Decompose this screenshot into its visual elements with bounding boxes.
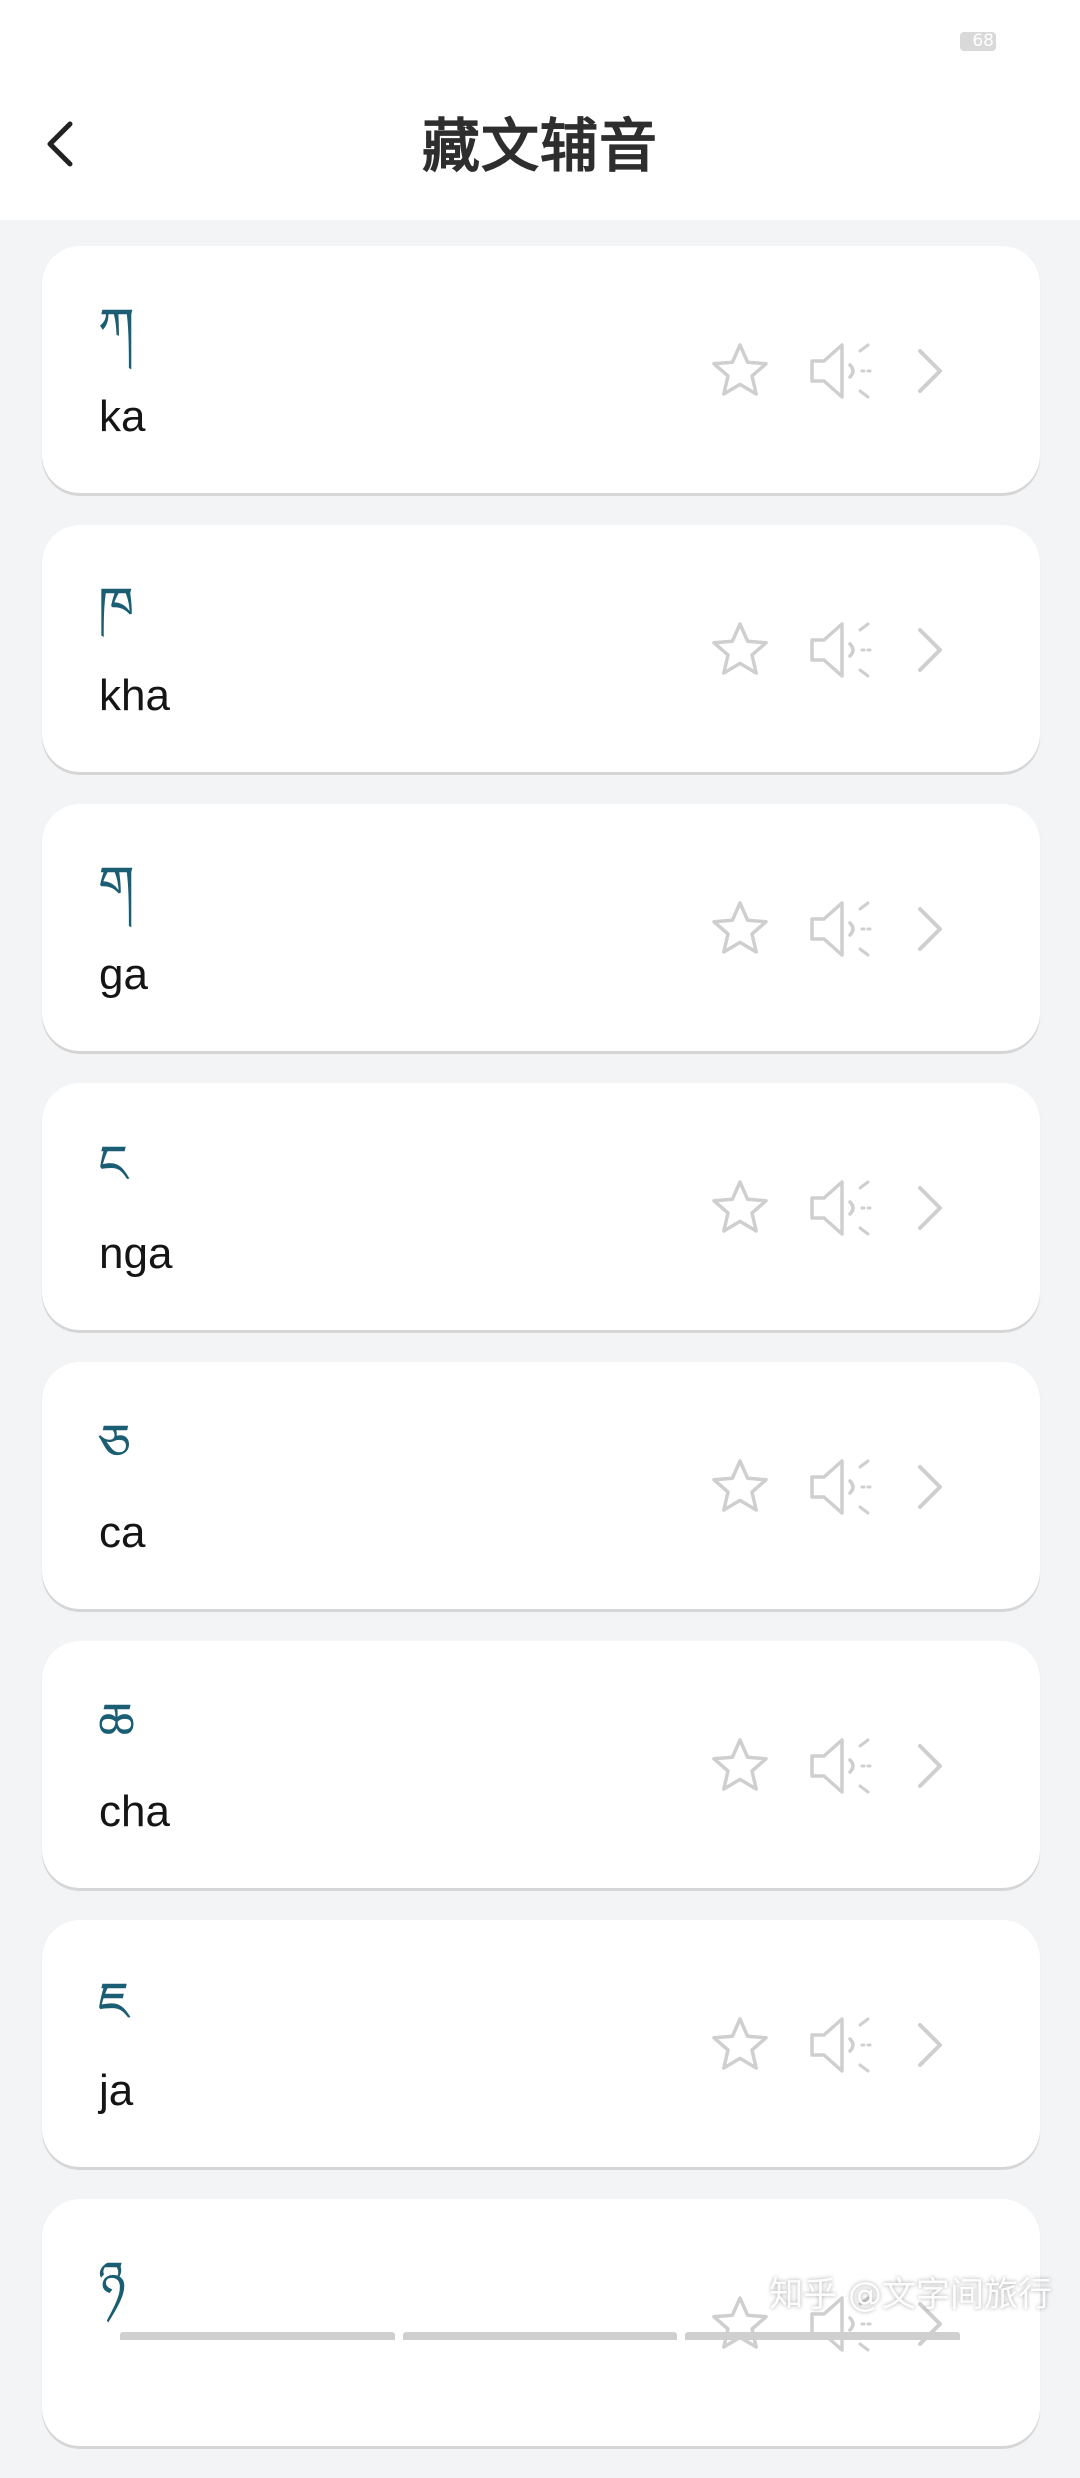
romanization-label: nga [99,1229,173,1278]
open-detail-button[interactable] [900,892,960,966]
star-icon [712,1738,768,1791]
tibetan-glyph: ཀ [98,298,135,358]
romanization-label: kha [99,671,170,720]
romanization-label: ga [99,950,148,999]
speaker-icon [810,343,874,399]
tibetan-glyph: ཆ [98,1693,136,1753]
status-bar: 68 [0,0,1080,84]
star-icon [712,1459,768,1512]
play-audio-button[interactable] [800,892,884,966]
list-item[interactable]: ཅ ca [42,1362,1040,1609]
favorite-button[interactable] [700,1171,780,1245]
open-detail-button[interactable] [900,1729,960,1803]
item-actions [700,334,1000,408]
item-actions [700,1171,1000,1245]
list-item[interactable]: ཉ [42,2199,1040,2446]
open-detail-button[interactable] [900,1171,960,1245]
favorite-button[interactable] [700,2008,780,2082]
list-item[interactable]: ཆ cha [42,1641,1040,1888]
tibetan-glyph: ཅ [98,1414,132,1474]
romanization-label: ja [99,2066,134,2115]
speaker-icon [810,2017,874,2073]
favorite-button[interactable] [700,613,780,687]
play-audio-button[interactable] [800,1729,884,1803]
favorite-button[interactable] [700,1450,780,1524]
consonant-list: ཀ ka ཁ kha ག ga ང nga ཅ ca ཆ cha ཇ ja ཉ [42,246,1040,2478]
star-icon [712,622,768,675]
tibetan-glyph: ག [98,856,135,916]
speaker-icon [810,1738,874,1794]
list-item[interactable]: ཀ ka [42,246,1040,493]
tibetan-glyph: ཇ [98,1972,130,2032]
page-title: 藏文辅音 [421,112,658,180]
tibetan-glyph: ང [98,1135,129,1195]
star-icon [712,2296,768,2349]
home-indicator-segment [120,2332,395,2340]
chevron-right-icon [918,628,942,672]
home-indicator [120,2332,961,2340]
play-audio-button[interactable] [800,2008,884,2082]
open-detail-button[interactable] [900,613,960,687]
star-icon [712,901,768,954]
romanization-label: ca [99,1508,146,1557]
play-audio-button[interactable] [800,334,884,408]
speaker-icon [810,1180,874,1236]
speaker-icon [810,622,874,678]
speaker-icon [810,1459,874,1515]
favorite-button[interactable] [700,892,780,966]
chevron-right-icon [918,2023,942,2067]
chevron-right-icon [918,907,942,951]
romanization-label: ka [99,392,146,441]
favorite-button[interactable] [700,334,780,408]
chevron-right-icon [918,1465,942,1509]
home-indicator-segment [402,2332,678,2340]
item-actions [700,1450,1000,1524]
list-item[interactable]: ཁ kha [42,525,1040,772]
chevron-right-icon [918,349,942,393]
favorite-button[interactable] [700,1729,780,1803]
app-header: 藏文辅音 [0,84,1080,220]
play-audio-button[interactable] [800,1450,884,1524]
list-item[interactable]: ང nga [42,1083,1040,1330]
play-audio-button[interactable] [800,1171,884,1245]
romanization-label: cha [99,1787,170,1836]
list-item[interactable]: ཇ ja [42,1920,1040,2167]
watermark: 知乎 @文字间旅行 [769,2275,1052,2315]
chevron-right-icon [918,1744,942,1788]
open-detail-button[interactable] [900,2008,960,2082]
tibetan-glyph: ཁ [98,577,135,637]
item-actions [700,892,1000,966]
open-detail-button[interactable] [900,1450,960,1524]
list-item[interactable]: ག ga [42,804,1040,1051]
tibetan-glyph: ཉ [98,2251,126,2311]
star-icon [712,343,768,396]
speaker-icon [810,901,874,957]
item-actions [700,1729,1000,1803]
item-actions [700,613,1000,687]
home-indicator-segment [685,2332,961,2340]
star-icon [712,2017,768,2070]
chevron-right-icon [918,1186,942,1230]
favorite-button[interactable] [700,2287,780,2361]
star-icon [712,1180,768,1233]
play-audio-button[interactable] [800,613,884,687]
item-actions [700,2008,1000,2082]
battery-indicator: 68 [960,32,996,51]
open-detail-button[interactable] [900,334,960,408]
